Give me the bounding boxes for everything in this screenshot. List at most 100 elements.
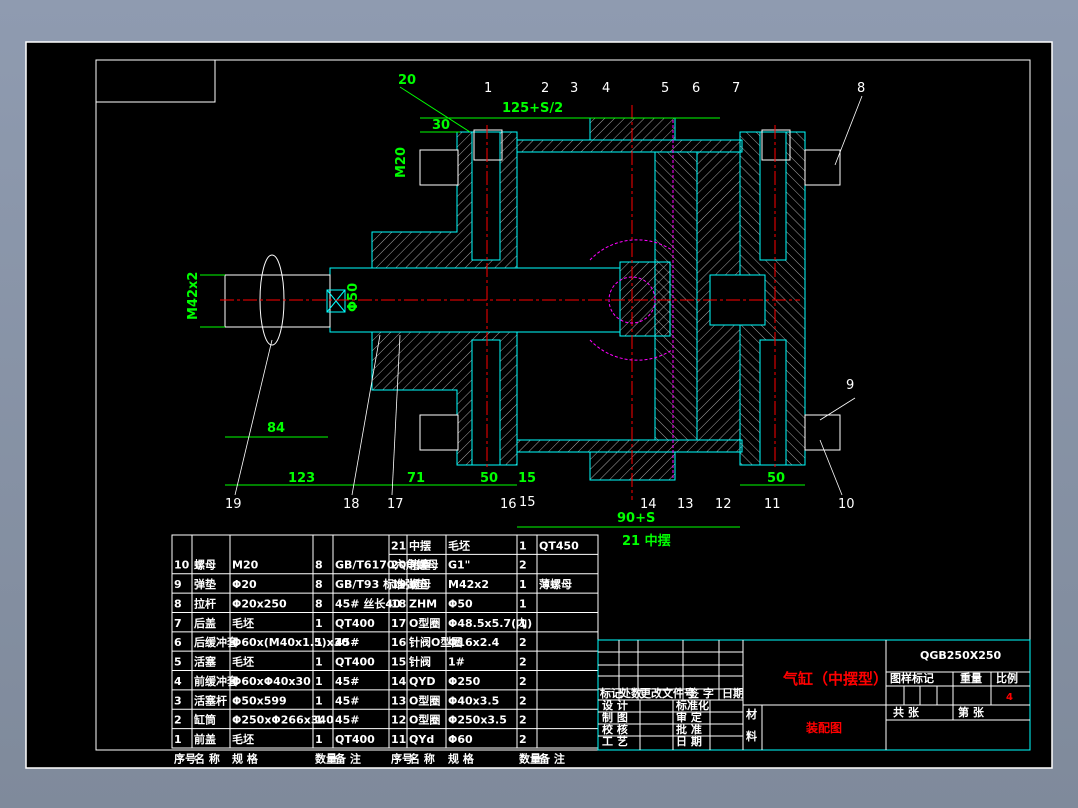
table-cell: QYD	[409, 675, 435, 688]
table-cell: 活塞杆	[194, 693, 227, 707]
checker-label: 校 核	[602, 722, 628, 736]
callout-12: 12	[715, 497, 732, 512]
table-cell: 4	[174, 675, 182, 688]
callout-16: 16	[500, 497, 517, 512]
table-cell: Φ60	[448, 733, 473, 746]
table-cell: 1	[315, 694, 323, 707]
table-cell: 2	[519, 656, 527, 669]
table-cell: 21	[391, 539, 406, 552]
drawing-subtitle: 装配图	[805, 720, 842, 735]
sheets-total: 共 张	[893, 705, 920, 719]
table-cell: 2	[519, 714, 527, 727]
drafter-label: 制 图	[602, 710, 628, 724]
pattern-mark-header: 图样标记	[890, 671, 934, 685]
dim-50-right: 50	[767, 471, 785, 486]
table-cell: 9	[174, 578, 182, 591]
table-cell: Φ20	[232, 578, 257, 591]
table-cell: QT400	[335, 617, 375, 630]
table-cell: 3	[174, 694, 182, 707]
dim-123: 123	[288, 471, 315, 486]
table-header-cell: 备 注	[538, 751, 565, 765]
callout-18: 18	[343, 497, 360, 512]
callout-3: 3	[570, 81, 578, 96]
table-cell: QT450	[539, 539, 579, 552]
weight-header: 重量	[960, 671, 982, 685]
table-cell: 活塞	[194, 655, 217, 669]
table-cell: 毛坯	[232, 732, 254, 746]
dim-m20: M20	[394, 147, 409, 178]
table-cell: 45#	[335, 694, 360, 707]
table-header-cell: 规 格	[232, 751, 259, 765]
process-label: 工 艺	[602, 734, 628, 748]
table-header-cell: 备 注	[334, 751, 361, 765]
table-cell: 16	[391, 636, 407, 649]
table-cell: M20	[232, 559, 259, 572]
table-cell: Φ250	[448, 675, 481, 688]
rev-sign: 签 字	[687, 686, 714, 700]
callout-10: 10	[838, 497, 855, 512]
table-cell: 1	[519, 597, 527, 610]
table-cell: 45#	[335, 714, 360, 727]
table-cell: 堵塞	[409, 558, 432, 572]
table-cell: 13	[391, 694, 406, 707]
table-cell: Φ60xΦ40x30	[232, 675, 311, 688]
table-cell: 17	[391, 617, 406, 630]
cad-drawing-sheet: 20 30 125+S/2 M20 M42x2 Φ50 84 123 71 50…	[25, 41, 1053, 769]
callout-17: 17	[387, 497, 404, 512]
dim-71: 71	[407, 471, 425, 486]
material-label-2: 料	[746, 729, 757, 743]
table-cell: M42x2	[448, 578, 489, 591]
callout-6: 6	[692, 81, 700, 96]
callout-14: 14	[640, 497, 657, 512]
table-cell: 前盖	[194, 732, 216, 746]
table-cell: 薄螺母	[539, 577, 572, 591]
drawing-title: 气缸（中摆型）	[782, 670, 888, 688]
table-cell: 1	[315, 675, 323, 688]
table-cell: 2	[519, 559, 527, 572]
table-cell: 5	[174, 656, 182, 669]
table-cell: 10	[174, 559, 190, 572]
scale-header: 比例	[996, 671, 1018, 685]
dim-125-s2: 125+S/2	[502, 101, 563, 116]
table-cell: QT400	[335, 656, 375, 669]
callout-15: 15	[519, 495, 536, 510]
table-header-cell: 序号	[174, 751, 196, 765]
callout-1: 1	[484, 81, 492, 96]
table-header-cell: 名 称	[194, 751, 220, 765]
review-label: 审 定	[676, 710, 702, 724]
dim-84: 84	[267, 421, 285, 436]
table-cell: Φ50	[448, 597, 473, 610]
callout-19: 19	[225, 497, 242, 512]
sheet-number: 第 张	[958, 705, 985, 719]
table-cell: 缸筒	[193, 713, 216, 727]
drawing-number: QGB250X250	[920, 649, 1002, 662]
table-cell: 1	[315, 656, 323, 669]
table-cell: 12	[391, 714, 406, 727]
table-header-cell: 数量	[315, 751, 337, 765]
callout-4: 4	[602, 81, 610, 96]
table-cell: 后盖	[194, 616, 216, 630]
table-cell: 1	[519, 617, 527, 630]
standard-label: 标准化	[675, 698, 709, 712]
dim-m42x2: M42x2	[186, 272, 201, 320]
table-cell: Φ250x3.5	[448, 714, 507, 727]
dim-phi50: Φ50	[346, 283, 361, 312]
table-cell: 8	[174, 597, 182, 610]
scale-value: 4	[1006, 692, 1013, 703]
table-cell: 1#	[448, 656, 465, 669]
rev-mark: 标记	[599, 686, 622, 700]
table-header-cell: 数量	[519, 751, 541, 765]
table-cell: O型圈	[409, 713, 440, 727]
table-cell: 1	[315, 733, 323, 746]
table-cell: Φ60x(M40x1.5)x30	[232, 636, 349, 649]
table-cell: QT400	[335, 733, 375, 746]
table-cell: 毛坯	[232, 616, 254, 630]
callout-21: 21 中摆	[622, 533, 671, 549]
table-cell: 1	[315, 617, 323, 630]
dim-90-s: 90+S	[617, 511, 655, 526]
table-cell: 2	[519, 733, 527, 746]
table-cell: Φ40x3.5	[448, 694, 499, 707]
table-cell: 2	[519, 694, 527, 707]
table-cell: 1	[174, 733, 182, 746]
table-cell: QYd	[409, 733, 434, 746]
